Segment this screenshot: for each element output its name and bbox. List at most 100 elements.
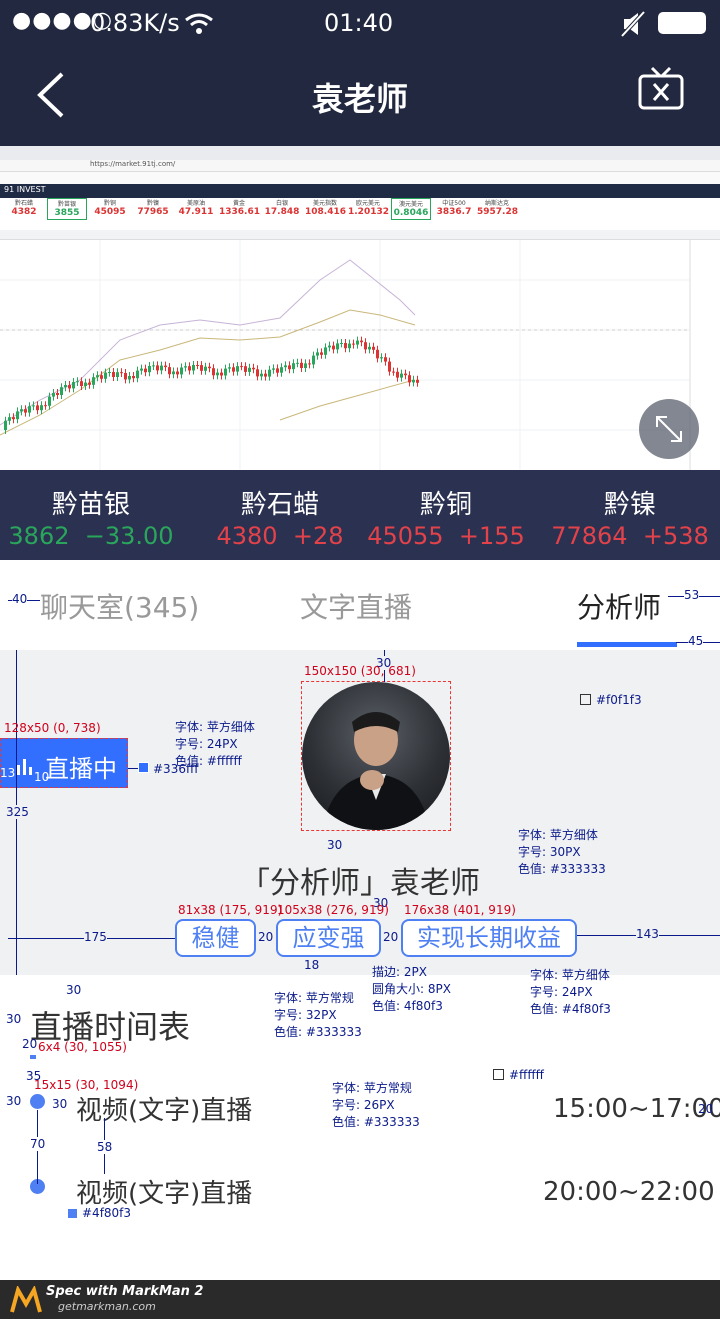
tag-steady: 稳健: [175, 919, 256, 957]
quote-name: 黔镍: [146, 200, 159, 207]
quote-cell: 黔镍 77965: [133, 198, 173, 220]
quote-name: 黄金: [232, 200, 245, 207]
candle-body: [412, 379, 415, 383]
schedule-item-label: 视频(文字)直播: [76, 1179, 253, 1209]
color-swatch: [67, 1208, 78, 1219]
candle-body: [204, 366, 207, 371]
spec-bounds: 128x50 (0, 738): [4, 721, 101, 735]
tab-text-live[interactable]: 文字直播: [300, 586, 412, 626]
ticker-name: 黔苗银: [51, 490, 130, 520]
candle-body: [260, 373, 263, 377]
spec-font-note: 字体: 苹方常规 字号: 32PX 色值: #333333: [274, 991, 362, 1039]
clock: 01:40: [324, 9, 394, 37]
quote-cell: 黄金 1336.61: [219, 198, 260, 220]
quote-name: 白银: [275, 200, 288, 207]
candle-body: [200, 365, 203, 371]
candle-body: [320, 352, 323, 355]
candle-body: [360, 340, 363, 343]
spec-bounds: 6x4 (30, 1055): [38, 1040, 127, 1054]
markman-logo-icon: [10, 1286, 42, 1313]
spec-dim: 13: [0, 766, 16, 780]
spec-color: #ffffff: [509, 1068, 544, 1082]
candle-body: [284, 365, 287, 368]
candle-body: [372, 346, 375, 350]
quote-cell: 中证500 3836.7: [434, 198, 474, 220]
candle-body: [304, 363, 307, 368]
page-title: 袁老师: [311, 80, 408, 118]
candle-body: [188, 366, 191, 371]
ticker-value: 77864 +538: [551, 522, 709, 550]
candle-body: [148, 366, 151, 373]
spec-bounds: 105x38 (276, 919): [277, 903, 389, 917]
spec-font-note: 字体: 苹方细体 字号: 24PX 色值: #ffffff: [175, 720, 255, 768]
candle-body: [208, 366, 211, 369]
candle-body: [328, 345, 331, 348]
quote-cell: 纳斯达克 5957.28: [477, 198, 518, 220]
candle-body: [80, 381, 83, 386]
browser-addressbar: https://market.91tj.com/: [0, 160, 720, 172]
spec-dim: 30: [66, 983, 82, 997]
spec-dim: 30: [327, 838, 343, 852]
schedule-item-label: 视频(文字)直播: [76, 1096, 253, 1126]
browser-url: https://market.91tj.com/: [90, 160, 176, 168]
ticker-name: 黔镍: [603, 490, 656, 520]
tab-analyst[interactable]: 分析师: [577, 586, 661, 626]
tab-active-indicator: [577, 642, 677, 647]
ticker-name: 黔石蜡: [240, 490, 319, 520]
candle-body: [228, 367, 231, 369]
live-bars-icon: [17, 759, 32, 775]
spec-border-note: 描边: 2PX 圆角大小: 8PX 色值: 4f80f3: [372, 965, 451, 1013]
spec-line: [128, 768, 138, 769]
spec-bounds: 176x38 (401, 919): [404, 903, 516, 917]
candle-body: [172, 371, 175, 375]
quote-value: 47.911: [178, 207, 214, 217]
candle-body: [356, 340, 359, 345]
candle-body: [364, 342, 367, 350]
video-player[interactable]: https://market.91tj.com/ 91 INVEST 黔石蜡 43…: [0, 146, 720, 470]
candle-body: [312, 355, 315, 365]
candle-body: [120, 372, 123, 374]
candle-body: [332, 345, 335, 350]
candle-body: [408, 375, 411, 383]
site-brand: 91 INVEST: [4, 185, 46, 194]
footer-site: getmarkman.com: [58, 1300, 156, 1313]
tab-chatroom[interactable]: 聊天室(345): [40, 586, 199, 626]
network-speed: 0.83K/s: [90, 9, 180, 37]
mute-icon: [620, 10, 646, 38]
schedule-item-time: 20:00~22:00: [543, 1177, 715, 1207]
candle-body: [72, 382, 75, 389]
candle-body: [28, 406, 31, 413]
avatar[interactable]: [302, 682, 450, 830]
ticker-item[interactable]: 黔镍 77864 +538: [540, 470, 720, 560]
candle-body: [96, 375, 99, 378]
candle-body: [160, 365, 163, 371]
spec-dim: 45: [688, 634, 704, 648]
candle-body: [352, 343, 355, 345]
quote-value: 45095: [94, 207, 126, 217]
candle-body: [180, 367, 183, 375]
quote-value: 1336.61: [219, 207, 260, 217]
candle-body: [248, 367, 251, 372]
close-live-icon[interactable]: [638, 66, 684, 112]
candle-body: [144, 368, 147, 373]
spec-dim: 325: [6, 805, 29, 819]
ticker-item[interactable]: 黔苗银 3862 −33.00: [0, 470, 182, 560]
candle-body: [48, 396, 51, 406]
fullscreen-button[interactable]: [639, 399, 699, 459]
status-bar: ●●●●○ 0.83K/s 01:40: [0, 0, 720, 48]
ticker-item[interactable]: 黔铜 45055 +155: [356, 470, 536, 560]
candle-body: [404, 373, 407, 376]
candle-body: [300, 362, 303, 368]
candle-body: [224, 368, 227, 376]
candle-body: [176, 371, 179, 375]
quote-cell: 黔铜 45095: [90, 198, 130, 220]
spec-bounds: 81x38 (175, 919): [178, 903, 283, 917]
ticker-item[interactable]: 黔石蜡 4380 +28: [190, 470, 370, 560]
quote-cell: 黔石蜡 4382: [4, 198, 44, 220]
browser-tabbar: [0, 146, 720, 160]
markman-footer: Spec with MarkMan 2 getmarkman.com: [0, 1280, 720, 1319]
spec-dim: 18: [304, 958, 320, 972]
color-swatch: [580, 694, 591, 705]
title-underline: [30, 1055, 36, 1059]
candle-body: [400, 373, 403, 378]
